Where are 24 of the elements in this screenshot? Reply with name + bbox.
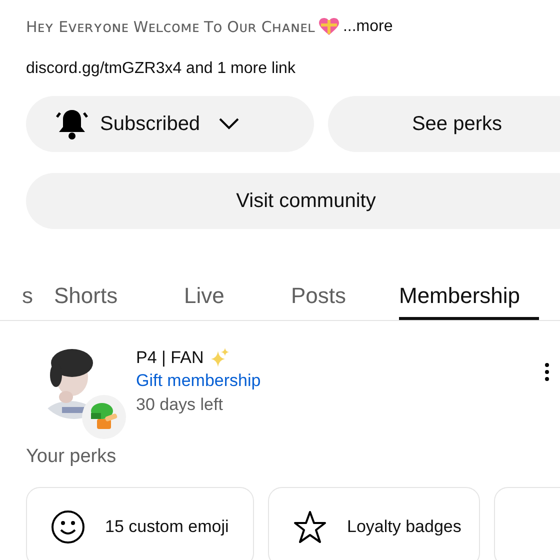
smiley-icon — [51, 510, 85, 544]
days-left: 30 days left — [136, 394, 224, 416]
chevron-down-icon — [218, 117, 240, 131]
perk-card[interactable]: Loyalty badges — [268, 486, 480, 560]
more-options-icon[interactable] — [544, 363, 550, 381]
tab[interactable]: Shorts — [54, 264, 184, 320]
tab[interactable]: Membership — [399, 264, 539, 320]
tab[interactable]: s — [0, 264, 54, 320]
perk-card[interactable]: 15 custom emoji — [26, 486, 254, 560]
channel-links[interactable]: discord.gg/tmGZR3x4 and 1 more link — [26, 60, 296, 77]
more-link[interactable]: ...more — [342, 15, 393, 39]
tab[interactable]: Live — [184, 264, 291, 320]
bell-icon — [56, 107, 88, 141]
subscribed-button[interactable]: Subscribed — [26, 96, 314, 152]
sparkles-icon — [210, 348, 230, 368]
perks-heading: Your perks — [26, 446, 116, 467]
gift-membership-link[interactable]: Gift membership — [136, 369, 261, 393]
channel-description: Hᴇʏ Eᴠᴇʀʏᴏɴᴇ Wᴇʟᴄᴏᴍᴇ Tᴏ Oᴜʀ Cʜᴀɴᴇʟ — [26, 16, 315, 38]
star-icon — [293, 510, 327, 544]
membership-level: P4 | FAN — [136, 347, 204, 369]
perks-button[interactable]: See perks — [328, 96, 560, 152]
heart-icon — [318, 18, 339, 36]
tab[interactable]: Posts — [291, 264, 399, 320]
visit-community-button[interactable]: Visit community — [26, 173, 560, 229]
